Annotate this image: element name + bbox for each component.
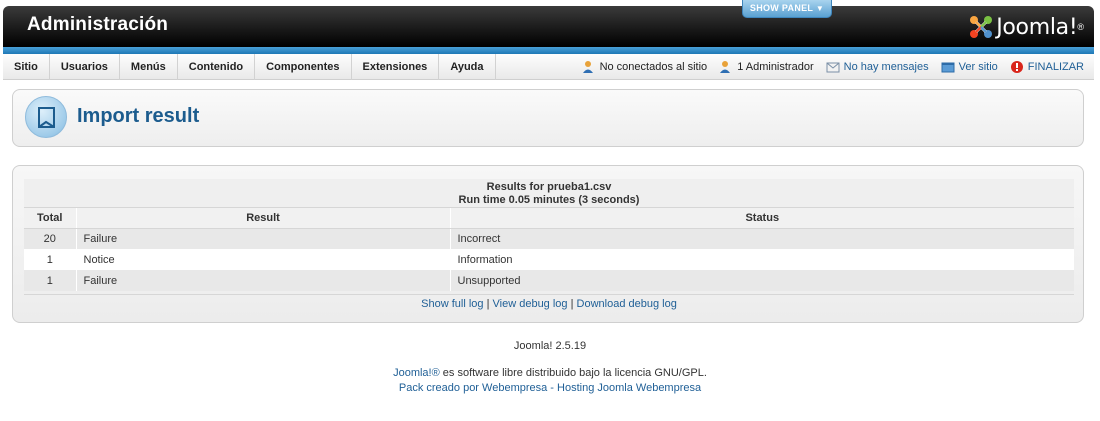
joomla-logo[interactable]: Joomla! ® <box>968 14 1084 40</box>
menu-bar: Sitio Usuarios Menús Contenido Component… <box>3 54 1094 80</box>
show-full-log-link[interactable]: Show full log <box>421 298 483 310</box>
cell-result: Notice <box>75 249 450 270</box>
column-header-status: Status <box>449 208 1074 229</box>
cell-status: Information <box>449 249 1074 270</box>
hosting-webempresa-link[interactable]: Hosting Joomla Webempresa <box>557 382 701 394</box>
menu-item-usuarios[interactable]: Usuarios <box>50 54 120 80</box>
view-site-link[interactable]: Ver sitio <box>941 60 998 74</box>
link-separator: | <box>483 298 493 310</box>
logout-link[interactable]: FINALIZAR <box>1010 60 1084 74</box>
page-title-box: Import result <box>12 89 1084 147</box>
messages-link[interactable]: No hay mensajes <box>826 60 929 74</box>
admin-header: Administración Joomla! ® <box>3 6 1094 47</box>
menu-item-componentes[interactable]: Componentes <box>255 54 352 80</box>
messages-label: No hay mensajes <box>843 61 929 73</box>
page-title: Import result <box>77 105 200 127</box>
admins-status: 1 Administrador <box>719 60 814 74</box>
show-panel-button[interactable]: SHOW PANEL ▼ <box>742 0 832 18</box>
admin-title: Administración <box>27 14 169 35</box>
header-accent-bar <box>3 47 1094 54</box>
visitors-icon <box>582 60 596 74</box>
cell-total: 1 <box>24 270 76 291</box>
footer-license: Joomla!® es software libre distribuido b… <box>0 367 1100 379</box>
footer-version: Joomla! 2.5.19 <box>513 340 587 352</box>
cell-total: 20 <box>24 228 76 249</box>
pack-webempresa-link[interactable]: Pack creado por Webempresa <box>399 382 547 394</box>
cell-result: Failure <box>75 270 450 291</box>
results-header: Results for prueba1.csv Run time 0.05 mi… <box>24 179 1074 208</box>
cell-result: Failure <box>75 228 450 249</box>
results-file-line: Results for prueba1.csv <box>486 181 612 193</box>
table-row: 1 Notice Information <box>24 249 1074 270</box>
link-separator: | <box>567 298 577 310</box>
table-row: 1 Failure Unsupported <box>24 270 1074 291</box>
column-header-result: Result <box>75 208 450 229</box>
table-row: 20 Failure Incorrect <box>24 228 1074 249</box>
results-runtime-line: Run time 0.05 minutes (3 seconds) <box>458 194 640 206</box>
joomla-logo-icon <box>970 16 993 38</box>
menu-item-menus[interactable]: Menús <box>120 54 178 80</box>
menu-item-ayuda[interactable]: Ayuda <box>439 54 496 80</box>
status-bar: No conectados al sitio 1 Administrador N… <box>570 54 1084 80</box>
chevron-down-icon: ▼ <box>815 4 825 13</box>
menu-item-extensiones[interactable]: Extensiones <box>352 54 440 80</box>
main-menu: Sitio Usuarios Menús Contenido Component… <box>3 54 496 80</box>
admins-label: 1 Administrador <box>737 61 814 73</box>
joomla-logo-reg: ® <box>1077 22 1084 32</box>
visitors-label: No conectados al sitio <box>599 61 708 73</box>
menu-item-contenido[interactable]: Contenido <box>178 54 256 80</box>
joomla-logo-text: Joomla! <box>996 14 1078 40</box>
download-debug-log-link[interactable]: Download debug log <box>577 298 677 310</box>
column-header-total: Total <box>24 208 76 229</box>
visitors-status: No conectados al sitio <box>582 60 708 74</box>
footer-credits: Pack creado por Webempresa - Hosting Joo… <box>0 382 1100 394</box>
license-text: es software libre distribuido bajo la li… <box>439 367 707 379</box>
joomla-license-link[interactable]: Joomla!® <box>393 367 440 379</box>
results-table: Total Result Status 20 Failure Incorrect… <box>24 208 1074 291</box>
results-panel: Results for prueba1.csv Run time 0.05 mi… <box>12 165 1084 323</box>
credits-separator: - <box>547 382 558 394</box>
cell-status: Incorrect <box>449 228 1074 249</box>
cell-total: 1 <box>24 249 76 270</box>
logout-label: FINALIZAR <box>1027 61 1084 73</box>
view-site-label: Ver sitio <box>958 61 998 73</box>
table-header-row: Total Result Status <box>24 208 1074 229</box>
menu-item-sitio[interactable]: Sitio <box>3 54 50 80</box>
log-links: Show full log | View debug log | Downloa… <box>24 294 1074 314</box>
admins-icon <box>719 60 733 74</box>
import-result-icon <box>25 96 67 138</box>
logout-icon <box>1010 60 1024 74</box>
show-panel-label: SHOW PANEL <box>749 3 814 13</box>
messages-icon <box>826 60 840 74</box>
view-debug-log-link[interactable]: View debug log <box>493 298 568 310</box>
view-site-icon <box>941 60 955 74</box>
cell-status: Unsupported <box>449 270 1074 291</box>
